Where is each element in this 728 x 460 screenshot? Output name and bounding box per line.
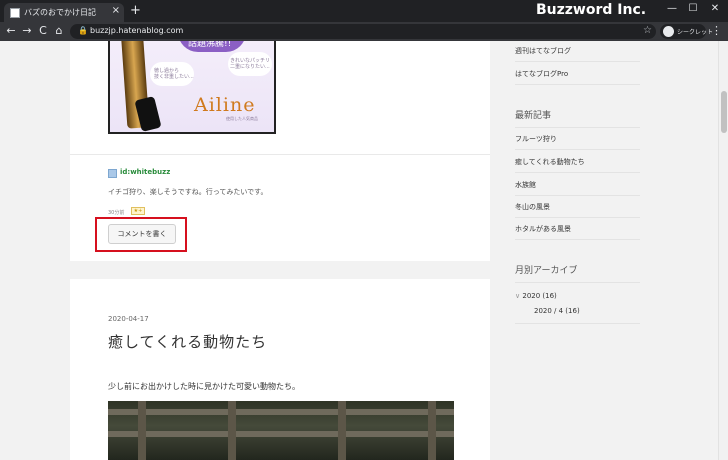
incognito-label: シークレット [677,29,714,36]
sidebar-divider [515,127,640,128]
sidebar-divider [515,282,640,283]
user-avatar-icon[interactable] [108,169,117,178]
archive-year-link[interactable]: 2020 (16) [522,292,556,300]
url-text[interactable]: buzzjp.hatenablog.com [90,26,183,35]
ad-bubble-text: 話題沸騰!! [188,41,232,49]
scrollbar[interactable] [718,41,728,460]
ad-note-left: 徳し過から 技く非重したい... [154,68,194,80]
archive-heading: 月別アーカイブ [515,266,578,276]
browser-tab[interactable]: バズのおでかけ日記 × [4,3,124,22]
recent-item[interactable]: ホタルがある風景 [515,224,571,234]
comment-text: イチゴ狩り、楽しそうですね。行ってみたいです。 [108,188,268,196]
post-body-text: 少し前にお出かけした時に見かけた可愛い動物たち。 [108,382,300,391]
scrollbar-thumb[interactable] [721,91,727,133]
minimize-button[interactable]: — [665,3,679,14]
reload-button[interactable]: C [36,24,50,37]
section-divider [70,154,490,155]
recent-item[interactable]: 冬山の風景 [515,202,550,212]
photo-fence-post [338,401,346,460]
incognito-badge[interactable]: シークレット [660,24,713,39]
ad-tagline: 使用した人気商品 [226,116,258,121]
photo-fence-rail [108,431,454,437]
ad-logo: Ailine [194,94,256,116]
window-close-button[interactable]: ✕ [708,3,722,14]
ad-image[interactable]: 話題沸騰!! 徳し過から 技く非重したい... きれいなパッチリ 二重になりたい… [108,41,276,134]
sidebar-divider [515,217,640,218]
photo-fence-rail [108,409,454,415]
post-photo [108,401,454,460]
recent-heading: 最新記事 [515,111,552,121]
sidebar-divider [515,195,640,196]
chevron-down-icon[interactable]: ∨ [515,292,520,300]
add-star-button[interactable]: ★+ [131,207,145,215]
new-tab-button[interactable]: + [130,4,141,17]
sidebar-divider [515,84,640,85]
comment-timestamp[interactable]: 30分前 [108,209,124,216]
home-button[interactable]: ⌂ [52,24,66,37]
sidebar-divider [515,61,640,62]
photo-fence-post [228,401,236,460]
sidebar-link-pro[interactable]: はてなブログPro [515,69,568,79]
sidebar-divider [515,239,640,240]
recent-item[interactable]: 癒してくれる動物たち [515,157,585,167]
tab-close-icon[interactable]: × [112,5,120,16]
forward-button[interactable]: → [20,24,34,37]
post-date[interactable]: 2020-04-17 [108,315,149,323]
page-viewport: 話題沸騰!! 徳し過から 技く非重したい... きれいなパッチリ 二重になりたい… [0,41,718,460]
tab-title: バズのおでかけ日記 [24,8,96,17]
commenter-id-link[interactable]: id:whitebuzz [120,168,170,176]
ad-note-right: きれいなパッチリ 二重になりたい... [230,58,271,70]
highlight-box [95,217,187,252]
archive-year-toggle[interactable]: ∨ 2020 (16) [515,292,557,300]
favicon-icon [10,8,20,18]
browser-titlebar: バズのおでかけ日記 × + Buzzword Inc. — ☐ ✕ [0,0,728,22]
back-button[interactable]: ← [4,24,18,37]
photo-fence-post [138,401,146,460]
sidebar-divider [515,149,640,150]
sidebar-divider [515,323,640,324]
recent-item[interactable]: 水族館 [515,180,536,190]
post-title[interactable]: 癒してくれる動物たち [108,331,267,352]
lock-icon: 🔒 [78,26,88,35]
photo-fence-post [428,401,436,460]
sidebar-link-weekly[interactable]: 週刊はてなブログ [515,46,571,56]
brand-watermark: Buzzword Inc. [536,2,647,18]
browser-toolbar: ← → C ⌂ 🔒 buzzjp.hatenablog.com ☆ シークレット… [0,22,728,41]
maximize-button[interactable]: ☐ [686,3,700,14]
archive-month-link[interactable]: 2020 / 4 (16) [534,307,580,315]
recent-item[interactable]: フルーツ狩り [515,134,557,144]
address-bar[interactable]: 🔒 buzzjp.hatenablog.com ☆ [70,24,656,39]
sidebar-divider [515,172,640,173]
bookmark-star-icon[interactable]: ☆ [643,25,652,36]
incognito-icon [663,26,674,37]
browser-menu-icon[interactable]: ⋮ [711,24,722,37]
